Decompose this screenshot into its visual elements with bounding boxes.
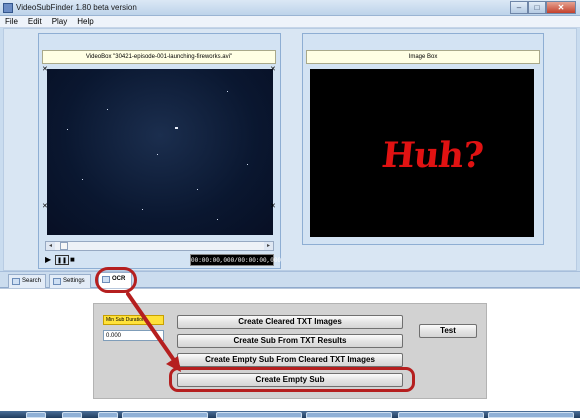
taskbar-item[interactable] — [98, 412, 118, 418]
stop-icon[interactable]: ■ — [70, 255, 75, 265]
tab-settings[interactable]: Settings — [49, 274, 91, 288]
taskbar-item[interactable] — [488, 412, 574, 418]
create-empty-sub-from-cleared-txt-images-button[interactable]: Create Empty Sub From Cleared TXT Images — [177, 353, 403, 367]
min-sub-duration-label: Min Sub Duration: — [103, 315, 164, 325]
tab-page-icon — [53, 278, 61, 285]
menu-help[interactable]: Help — [72, 16, 98, 27]
create-sub-from-txt-results-button[interactable]: Create Sub From TXT Results — [177, 334, 403, 348]
crop-marker-bottom-left[interactable]: ✕ — [42, 203, 48, 210]
menu-file[interactable]: File — [0, 16, 23, 27]
crop-marker-bottom-right[interactable]: ✕ — [270, 203, 276, 210]
timecode-display: 00:00:00,000/00:00:00,000 — [190, 254, 281, 266]
window-title: VideoSubFinder 1.80 beta version — [16, 3, 137, 12]
taskbar-item[interactable] — [306, 412, 392, 418]
seek-thumb[interactable] — [60, 242, 68, 250]
create-cleared-txt-images-button[interactable]: Create Cleared TXT Images — [177, 315, 403, 329]
taskbar-item[interactable] — [398, 412, 484, 418]
scroll-right-icon[interactable]: ▸ — [264, 242, 273, 250]
taskbar-item[interactable] — [26, 412, 46, 418]
tab-search-label: Search — [22, 278, 42, 284]
highlight-ring-ocr-tab — [95, 267, 137, 293]
title-bar: VideoSubFinder 1.80 beta version – □ ✕ — [0, 0, 580, 16]
video-frame[interactable] — [47, 69, 273, 235]
tab-page-icon — [12, 278, 20, 285]
taskbar-item[interactable] — [62, 412, 82, 418]
crop-marker-top-left[interactable]: ✕ — [42, 66, 48, 73]
highlight-ring-create-empty-sub — [169, 367, 415, 392]
taskbar-item[interactable] — [122, 412, 208, 418]
window-controls: – □ ✕ — [510, 1, 576, 14]
close-button[interactable]: ✕ — [546, 1, 576, 14]
menu-edit[interactable]: Edit — [23, 16, 47, 27]
tab-settings-label: Settings — [63, 278, 85, 284]
menu-play[interactable]: Play — [47, 16, 73, 27]
minimize-button[interactable]: – — [510, 1, 528, 14]
taskbar-item[interactable] — [216, 412, 302, 418]
tab-search[interactable]: Search — [8, 274, 46, 288]
video-box-title: VideoBox "30421-episode-001-launching-fi… — [42, 50, 276, 64]
min-sub-duration-input[interactable]: 0.000 — [103, 330, 164, 341]
tab-strip: Search Settings OCR — [0, 271, 580, 288]
video-seek-scrollbar[interactable]: ◂ ▸ — [45, 241, 274, 251]
maximize-button[interactable]: □ — [528, 1, 546, 14]
os-taskbar — [0, 411, 580, 418]
image-box-title: Image Box — [306, 50, 540, 64]
play-icon[interactable]: ▶ — [45, 255, 51, 265]
app-window: VideoSubFinder 1.80 beta version – □ ✕ F… — [0, 0, 580, 418]
crop-marker-top-right[interactable]: ✕ — [270, 66, 276, 73]
app-icon — [3, 3, 13, 13]
test-button[interactable]: Test — [419, 324, 477, 338]
image-box-text: Huh? — [379, 135, 485, 176]
menu-bar: File Edit Play Help — [0, 16, 580, 28]
pause-icon[interactable]: ❚❚ — [55, 255, 70, 265]
scroll-left-icon[interactable]: ◂ — [46, 242, 55, 250]
